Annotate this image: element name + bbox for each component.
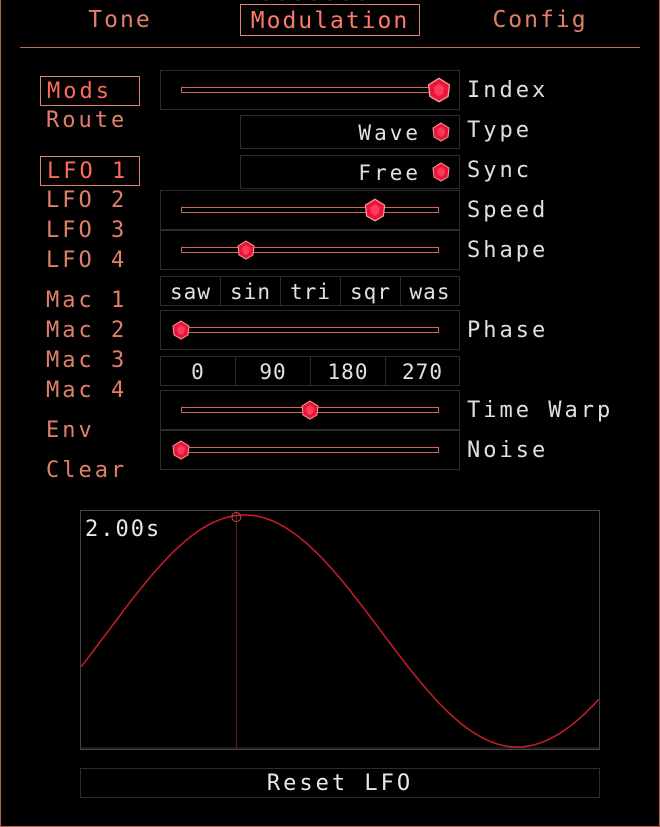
lfo-waveform-curve bbox=[81, 514, 599, 748]
shape-preset-sin[interactable]: sin bbox=[221, 277, 281, 305]
index-label: Index bbox=[467, 78, 549, 103]
sidebar-item-lfo-4[interactable]: LFO 4 bbox=[40, 246, 127, 276]
noise-slider[interactable] bbox=[160, 430, 460, 470]
sidebar-item-mac-2[interactable]: Mac 2 bbox=[40, 316, 127, 346]
shape-preset-sqr[interactable]: sqr bbox=[341, 277, 401, 305]
shape-preset-group: saw sin tri sqr was bbox=[160, 276, 460, 306]
sidebar-item-mac-4[interactable]: Mac 4 bbox=[40, 376, 127, 406]
phase-slider[interactable] bbox=[160, 310, 460, 350]
sidebar-item-lfo-2[interactable]: LFO 2 bbox=[40, 186, 127, 216]
time-warp-slider-knob[interactable] bbox=[300, 400, 320, 420]
sidebar-item-clear[interactable]: Clear bbox=[40, 456, 127, 486]
tab-modulation[interactable]: Modulation bbox=[240, 4, 420, 36]
phase-preset-group: 0 90 180 270 bbox=[160, 356, 460, 386]
index-slider[interactable] bbox=[160, 70, 460, 110]
phase-slider-track bbox=[181, 327, 439, 333]
shape-preset-tri[interactable]: tri bbox=[281, 277, 341, 305]
sidebar-item-lfo-1[interactable]: LFO 1 bbox=[40, 156, 140, 186]
type-selector-knob-icon bbox=[431, 122, 451, 146]
speed-slider-track bbox=[181, 207, 439, 213]
shape-slider-track bbox=[181, 247, 439, 253]
shape-slider[interactable] bbox=[160, 230, 460, 270]
speed-slider-knob[interactable] bbox=[363, 198, 387, 222]
phase-preset-0[interactable]: 0 bbox=[161, 357, 236, 385]
shape-label: Shape bbox=[467, 238, 549, 263]
phase-preset-270[interactable]: 270 bbox=[386, 357, 459, 385]
sync-label: Sync bbox=[467, 158, 532, 183]
sidebar-item-mac-3[interactable]: Mac 3 bbox=[40, 346, 127, 376]
tab-config[interactable]: Config bbox=[480, 4, 600, 36]
lfo-period-readout: 2.00s bbox=[85, 517, 162, 542]
type-selector[interactable]: Wave bbox=[240, 115, 460, 149]
noise-slider-knob[interactable] bbox=[171, 440, 191, 460]
shape-preset-saw[interactable]: saw bbox=[161, 277, 221, 305]
sidebar-item-lfo-3[interactable]: LFO 3 bbox=[40, 216, 127, 246]
sidebar-item-env[interactable]: Env bbox=[40, 416, 95, 446]
speed-label: Speed bbox=[467, 198, 549, 223]
index-slider-knob[interactable] bbox=[426, 77, 452, 103]
lfo-waveform-display[interactable]: 2.00s bbox=[80, 510, 600, 750]
sidebar-item-mods[interactable]: Mods bbox=[40, 76, 140, 106]
type-label: Type bbox=[467, 118, 532, 143]
phase-preset-180[interactable]: 180 bbox=[311, 357, 386, 385]
speed-slider[interactable] bbox=[160, 190, 460, 230]
lfo-waveform-graph bbox=[81, 511, 599, 749]
type-value: Wave bbox=[358, 121, 421, 145]
time-warp-slider[interactable] bbox=[160, 390, 460, 430]
sync-selector-knob-icon bbox=[431, 162, 451, 186]
shape-slider-knob[interactable] bbox=[236, 240, 256, 260]
noise-label: Noise bbox=[467, 438, 549, 463]
header-divider bbox=[20, 47, 640, 48]
index-slider-track bbox=[181, 87, 439, 93]
sync-selector[interactable]: Free bbox=[240, 155, 460, 189]
sidebar-item-route[interactable]: Route bbox=[40, 106, 127, 136]
time-warp-label: Time Warp bbox=[467, 398, 614, 423]
sidebar-item-mac-1[interactable]: Mac 1 bbox=[40, 286, 127, 316]
tab-tone[interactable]: Tone bbox=[70, 4, 170, 36]
phase-preset-90[interactable]: 90 bbox=[236, 357, 311, 385]
phase-slider-knob[interactable] bbox=[171, 320, 191, 340]
sync-value: Free bbox=[358, 161, 421, 185]
noise-slider-track bbox=[181, 447, 439, 453]
shape-preset-was[interactable]: was bbox=[401, 277, 459, 305]
phase-label: Phase bbox=[467, 318, 549, 343]
reset-lfo-button[interactable]: Reset LFO bbox=[80, 768, 600, 798]
